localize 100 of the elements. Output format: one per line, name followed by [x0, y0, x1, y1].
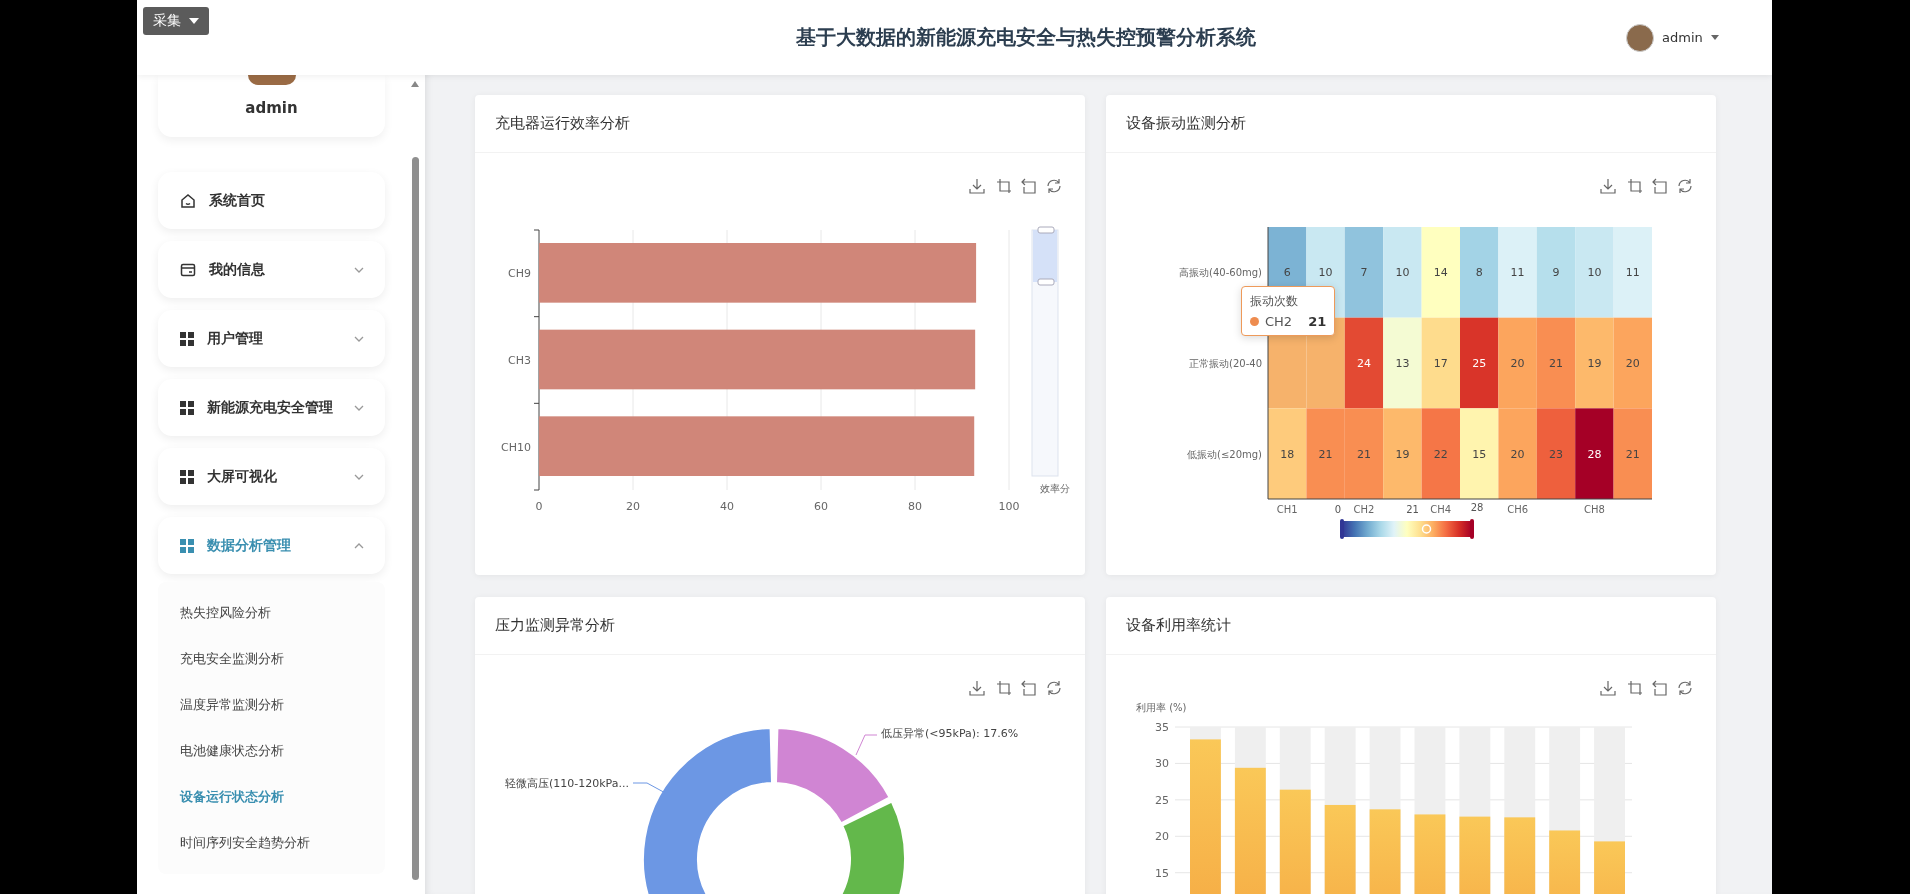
menu-item[interactable]: 用户管理 — [158, 310, 385, 367]
cell-value: 17 — [1433, 357, 1448, 370]
cell-value: 19 — [1587, 357, 1602, 370]
zoom-select-icon[interactable] — [996, 178, 1012, 194]
zoom-select-icon[interactable] — [1627, 178, 1643, 194]
download-icon[interactable] — [1600, 680, 1616, 696]
axis-label: 0 — [535, 500, 543, 513]
axis-label: 100 — [998, 500, 1020, 513]
axis-label: 20 — [1155, 830, 1169, 844]
submenu-item[interactable]: 设备运行状态分析 — [158, 774, 385, 820]
axis-label: 40 — [720, 500, 734, 513]
axis-label: CH8 — [1583, 504, 1605, 515]
cell-value: 22 — [1433, 447, 1448, 461]
zoom-select-icon[interactable] — [1627, 680, 1643, 696]
grid-icon — [180, 469, 194, 484]
bar — [1549, 830, 1581, 894]
card-title: 设备利用率统计 — [1106, 597, 1716, 655]
submenu-item[interactable]: 温度异常监测分析 — [158, 682, 385, 728]
card-title: 压力监测异常分析 — [475, 597, 1085, 655]
tooltip-series: CH2 — [1265, 314, 1293, 329]
submenu-item[interactable]: 充电安全监测分析 — [158, 636, 385, 682]
avatar[interactable] — [1626, 23, 1654, 52]
submenu-item[interactable]: 时间序列安全趋势分析 — [158, 820, 385, 866]
card-title: 充电器运行效率分析 — [475, 95, 1085, 153]
axis-label: 低振动(≤20mg) — [1187, 448, 1262, 460]
avatar — [247, 75, 296, 85]
color-scale-handle[interactable] — [1421, 524, 1432, 534]
user-name[interactable]: admin — [1662, 30, 1703, 45]
leader-line — [855, 734, 878, 756]
slider-label: 效率分 — [1040, 483, 1070, 494]
slice-label: 轻微高压(110-120kPa... — [505, 777, 629, 790]
scroll-up-arrow-icon[interactable] — [411, 81, 419, 87]
card-icon — [180, 261, 196, 278]
cell-value: 6 — [1283, 266, 1291, 280]
scale-max-label: 28 — [1470, 502, 1484, 513]
slice-label: 低压异常(<95kPa): 17.6% — [881, 727, 1019, 740]
menu-item[interactable]: 数据分析管理 — [158, 517, 385, 574]
dropdown-button[interactable]: 采集 — [143, 7, 209, 35]
axis-label: CH10 — [501, 440, 531, 454]
cell-value: 8 — [1475, 266, 1483, 280]
axis-title: 利用率 (%) — [1136, 702, 1187, 713]
zoom-reset-icon[interactable] — [1652, 680, 1667, 696]
cell-value: 14 — [1433, 266, 1448, 280]
submenu-item[interactable]: 热失控风险分析 — [158, 590, 385, 636]
cell-value: 21 — [1318, 447, 1333, 461]
axis-label: 25 — [1155, 793, 1169, 807]
axis-label: 60 — [814, 500, 828, 513]
axis-label: CH3 — [508, 354, 531, 367]
tooltip-title: 振动次数 — [1250, 293, 1299, 310]
tooltip-value: 21 — [1308, 314, 1327, 329]
download-icon[interactable] — [969, 178, 985, 194]
caret-icon[interactable] — [1710, 35, 1719, 40]
cell-value: 24 — [1357, 357, 1371, 370]
cell-value: 7 — [1360, 266, 1368, 280]
zoom-reset-icon[interactable] — [1652, 178, 1667, 194]
cell-value: 21 — [1625, 447, 1640, 461]
zoom-reset-icon[interactable] — [1021, 680, 1036, 696]
cell-value: 13 — [1395, 357, 1410, 370]
menu-item[interactable]: 大屏可视化 — [158, 448, 385, 505]
refresh-icon[interactable] — [1047, 178, 1061, 194]
cell-value: 15 — [1472, 447, 1487, 461]
zoom-slider[interactable] — [1031, 226, 1059, 477]
scale-min-label: 0 — [1334, 504, 1342, 515]
refresh-icon[interactable] — [1678, 178, 1692, 194]
home-icon — [180, 192, 196, 209]
cell-value: 10 — [1318, 266, 1333, 280]
grid-icon — [180, 400, 194, 415]
axis-label: CH4 — [1430, 504, 1452, 515]
axis-label: CH1 — [1276, 504, 1298, 515]
cell-value: 10 — [1395, 266, 1410, 280]
cell-value: 11 — [1510, 266, 1525, 280]
refresh-icon[interactable] — [1047, 680, 1061, 696]
refresh-icon[interactable] — [1678, 680, 1692, 696]
series-dot — [1250, 317, 1259, 326]
axis-label: 35 — [1155, 721, 1169, 734]
menu-item[interactable]: 新能源充电安全管理 — [158, 379, 385, 436]
scale-handle-label: 21 — [1406, 504, 1419, 515]
cell-value: 21 — [1357, 447, 1371, 461]
cell-value: 19 — [1395, 447, 1410, 461]
axis-label: 15 — [1155, 866, 1169, 880]
zoom-reset-icon[interactable] — [1021, 178, 1036, 194]
axis-label: 80 — [908, 500, 922, 513]
download-icon[interactable] — [969, 680, 985, 696]
download-icon[interactable] — [1600, 178, 1616, 194]
cell-value: 11 — [1625, 266, 1640, 280]
axis-label: 正常振动(20-40 — [1189, 358, 1262, 369]
axis-label: 高振动(40-60mg) — [1179, 267, 1262, 279]
profile-name: admin — [245, 99, 298, 117]
submenu-item[interactable]: 电池健康状态分析 — [158, 728, 385, 774]
color-scale-slider[interactable] — [1340, 519, 1474, 539]
cell-value: 20 — [1510, 357, 1525, 370]
caret-icon — [189, 18, 199, 24]
zoom-select-icon[interactable] — [996, 680, 1012, 696]
menu-item[interactable]: 系统首页 — [158, 172, 385, 229]
cell-value: 23 — [1549, 447, 1563, 461]
menu-item[interactable]: 我的信息 — [158, 241, 385, 298]
bar — [1594, 841, 1625, 894]
cell-value: 10 — [1587, 266, 1602, 280]
page-title: 基于大数据的新能源充电安全与热失控预警分析系统 — [794, 24, 1257, 51]
cell-value: 28 — [1587, 447, 1602, 461]
